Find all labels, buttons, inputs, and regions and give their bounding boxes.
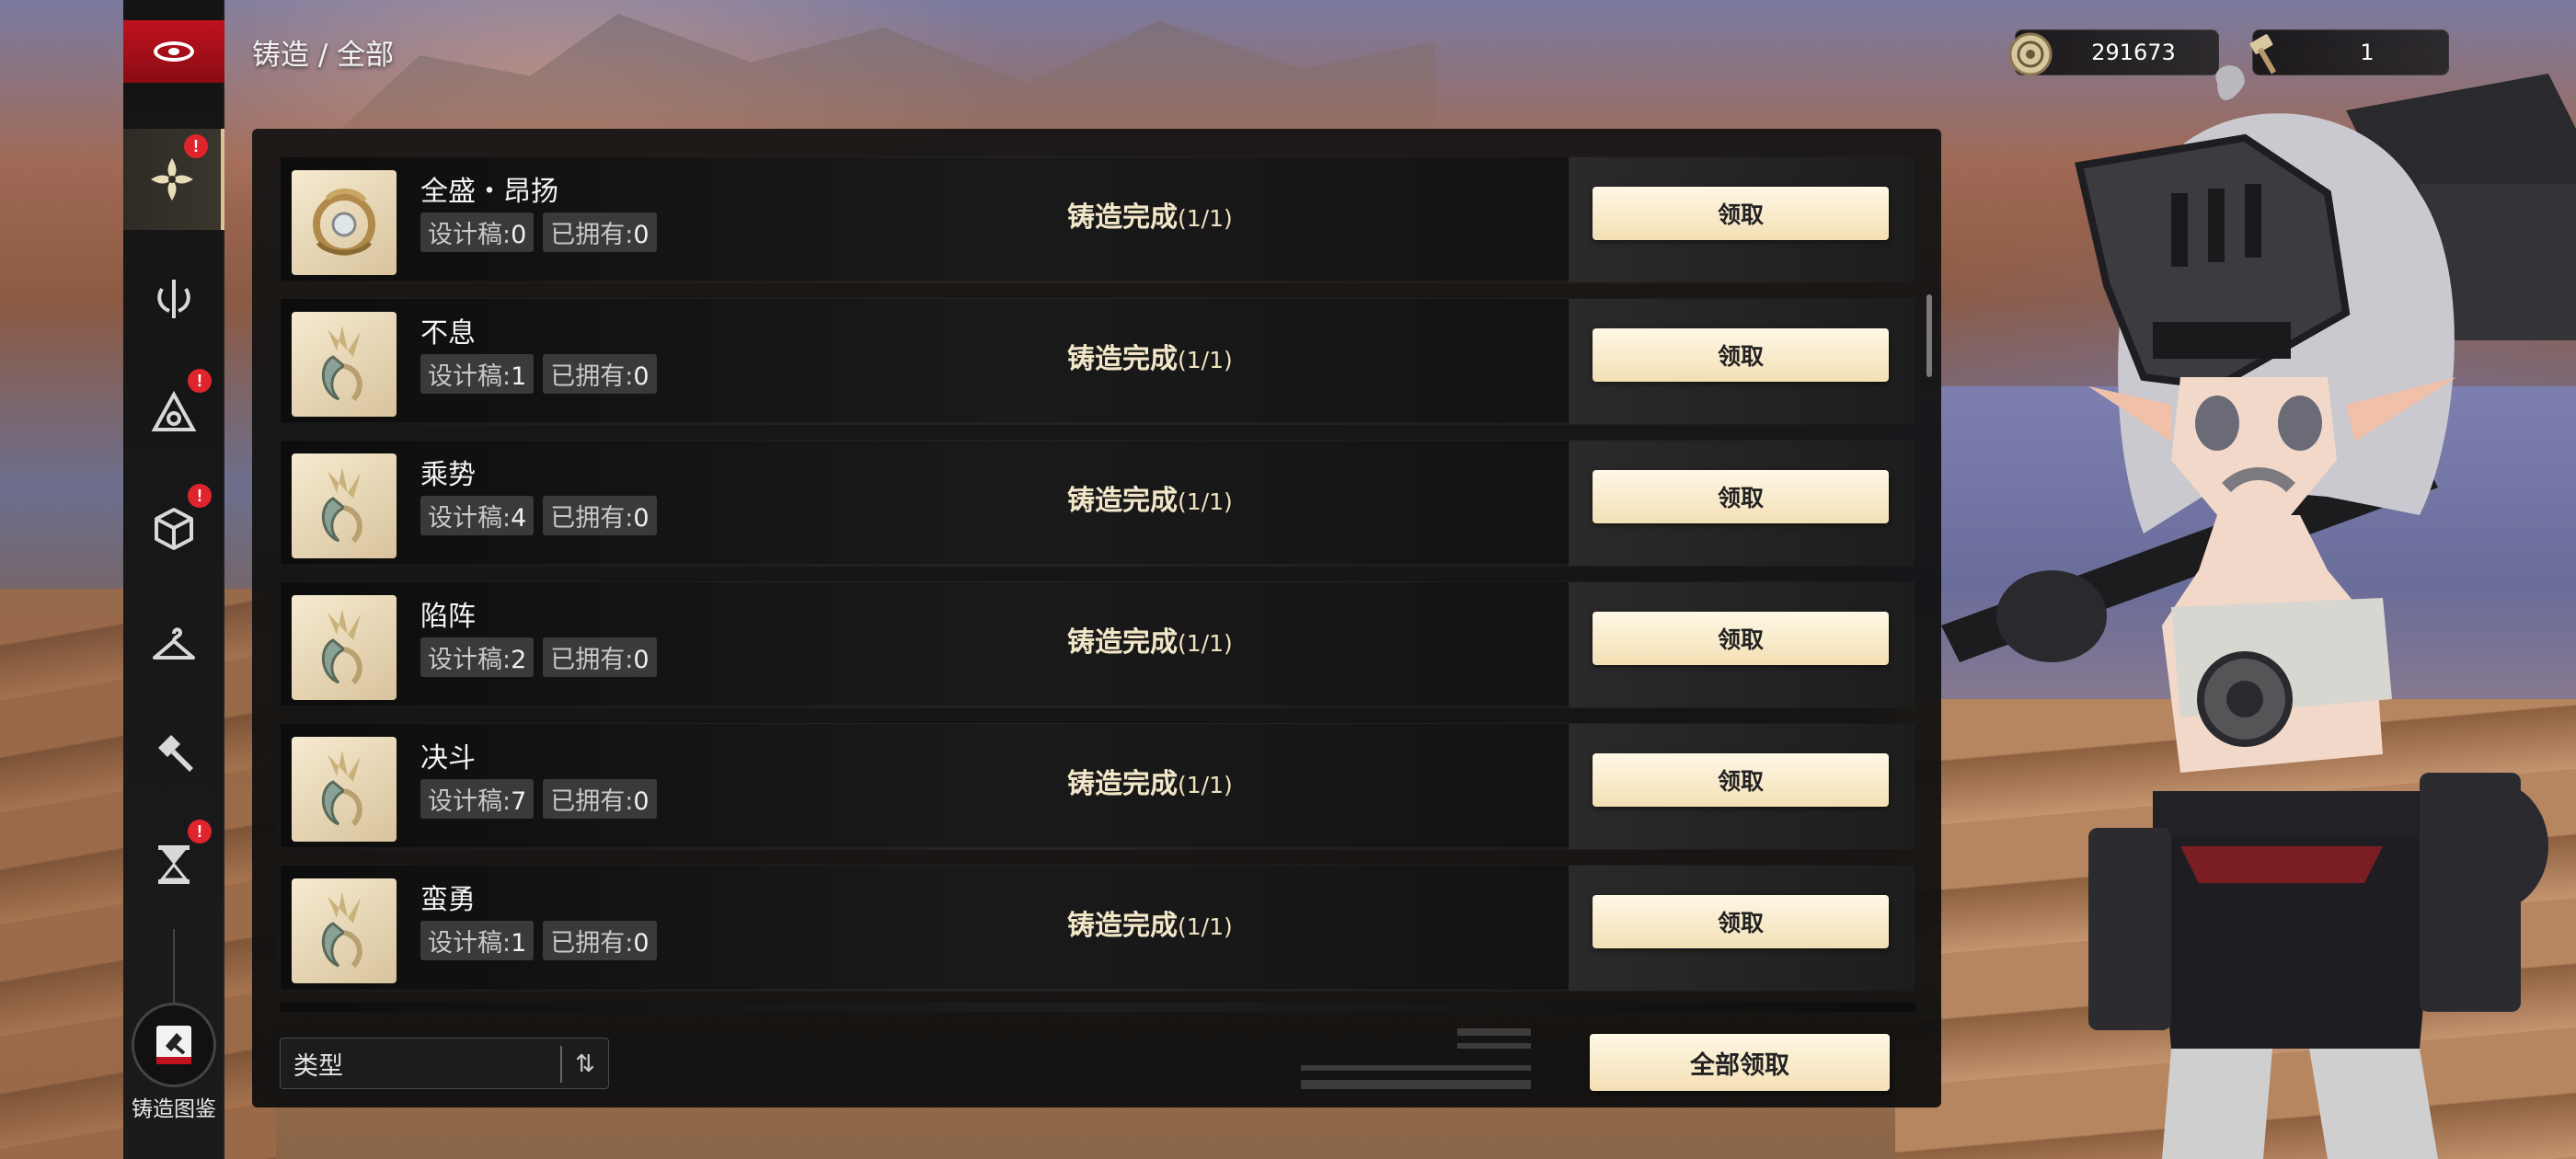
sidebar-item-cube[interactable]: ! xyxy=(123,478,224,580)
type-filter-select[interactable]: 类型 ⇅ xyxy=(280,1038,609,1089)
spiky-crest-icon xyxy=(321,892,362,969)
spiky-crest-icon xyxy=(321,751,362,827)
notification-badge: ! xyxy=(188,369,212,393)
item-thumbnail xyxy=(292,595,397,700)
flower-icon xyxy=(151,158,193,201)
sort-icon[interactable]: ⇅ xyxy=(560,1046,608,1083)
forge-hammer-icon xyxy=(158,735,193,772)
owned-count: 已拥有:0 xyxy=(543,212,657,252)
type-filter-label: 类型 xyxy=(293,1051,343,1081)
codex-book-icon xyxy=(132,1003,216,1087)
round-emblem-icon xyxy=(313,189,375,256)
item-name: 不息 xyxy=(420,317,476,350)
item-thumbnail xyxy=(292,312,397,417)
spiky-crest-icon xyxy=(321,609,362,685)
sidebar-item-forge-tools[interactable] xyxy=(123,704,224,805)
eye-logo-icon xyxy=(154,41,194,62)
next-row-peek xyxy=(280,1003,1915,1012)
decorative-stamp xyxy=(1301,1028,1531,1089)
list-item: 乘势 设计稿:4 已拥有:0 铸造完成(1/1) 领取 xyxy=(280,440,1915,567)
design-count: 设计稿:0 xyxy=(420,212,535,252)
blacksmith-character-illustration xyxy=(1941,65,2576,1159)
list-item: 不息 设计稿:1 已拥有:0 铸造完成(1/1) 领取 xyxy=(280,298,1915,425)
item-thumbnail xyxy=(292,453,397,558)
back-logo-button[interactable] xyxy=(123,20,224,83)
forge-status: 铸造完成(1/1) xyxy=(1067,201,1233,234)
forge-status: 铸造完成(1/1) xyxy=(1067,485,1233,517)
list-item: 蛮勇 设计稿:1 已拥有:0 铸造完成(1/1) 领取 xyxy=(280,865,1915,992)
item-name: 乘势 xyxy=(420,459,476,491)
owned-count: 已拥有:0 xyxy=(543,354,657,394)
owned-count: 已拥有:0 xyxy=(543,779,657,819)
forge-status: 铸造完成(1/1) xyxy=(1067,768,1233,800)
sidebar-item-forge-all[interactable]: ! xyxy=(123,129,224,230)
claim-button[interactable]: 领取 xyxy=(1593,753,1889,807)
forge-list-panel: 全盛・昂扬 设计稿:0 已拥有:0 铸造完成(1/1) 领取 不息 设计稿:1 … xyxy=(252,129,1941,1107)
owned-count: 已拥有:0 xyxy=(543,496,657,535)
sidebar-item-triad[interactable]: ! xyxy=(123,363,224,465)
item-thumbnail xyxy=(292,170,397,275)
design-count: 设计稿:4 xyxy=(420,496,535,535)
list-item: 决斗 设计稿:7 已拥有:0 铸造完成(1/1) 领取 xyxy=(280,723,1915,850)
cube-icon xyxy=(155,508,193,550)
claim-button[interactable]: 领取 xyxy=(1593,187,1889,240)
spiky-crest-icon xyxy=(321,467,362,544)
item-name: 蛮勇 xyxy=(420,884,476,916)
sidebar-item-timed[interactable]: ! xyxy=(123,814,224,915)
list-scrollbar[interactable] xyxy=(1926,294,1932,377)
design-count: 设计稿:1 xyxy=(420,921,535,960)
breadcrumb: 铸造 / 全部 xyxy=(252,39,395,72)
design-count: 设计稿:7 xyxy=(420,779,535,819)
claim-button[interactable]: 领取 xyxy=(1593,612,1889,665)
list-item: 陷阵 设计稿:2 已拥有:0 铸造完成(1/1) 领取 xyxy=(280,581,1915,708)
claim-button[interactable]: 领取 xyxy=(1593,470,1889,523)
forge-status: 铸造完成(1/1) xyxy=(1067,343,1233,375)
design-count: 设计稿:1 xyxy=(420,354,535,394)
list-item: 全盛・昂扬 设计稿:0 已拥有:0 铸造完成(1/1) 领取 xyxy=(280,156,1915,283)
notification-badge: ! xyxy=(188,484,212,508)
hourglass-icon xyxy=(158,845,190,884)
forge-status: 铸造完成(1/1) xyxy=(1067,626,1233,659)
claim-all-button[interactable]: 全部领取 xyxy=(1590,1034,1890,1091)
owned-count: 已拥有:0 xyxy=(543,637,657,677)
sidebar-item-weapon[interactable] xyxy=(123,248,224,350)
forge-status: 铸造完成(1/1) xyxy=(1067,910,1233,942)
background-rock xyxy=(331,14,1435,138)
item-name: 全盛・昂扬 xyxy=(420,176,558,208)
codex-label: 铸造图鉴 xyxy=(132,1097,216,1121)
item-thumbnail xyxy=(292,737,397,842)
claim-button[interactable]: 领取 xyxy=(1593,895,1889,948)
hanger-icon xyxy=(153,627,195,660)
notification-badge: ! xyxy=(188,820,212,843)
forge-codex-button[interactable]: 铸造图鉴 xyxy=(123,1003,224,1122)
design-count: 设计稿:2 xyxy=(420,637,535,677)
sidebar-divider xyxy=(173,929,175,1003)
sword-emblem-icon xyxy=(157,280,190,318)
item-thumbnail xyxy=(292,878,397,983)
notification-badge: ! xyxy=(184,134,208,158)
triad-icon xyxy=(151,390,197,431)
sidebar-item-outfit[interactable] xyxy=(123,593,224,694)
owned-count: 已拥有:0 xyxy=(543,921,657,960)
item-name: 陷阵 xyxy=(420,601,476,633)
spiky-crest-icon xyxy=(321,326,362,402)
item-name: 决斗 xyxy=(420,742,476,775)
sidebar: ! ! ! ! 铸造图鉴 xyxy=(123,0,224,1159)
claim-button[interactable]: 领取 xyxy=(1593,328,1889,382)
